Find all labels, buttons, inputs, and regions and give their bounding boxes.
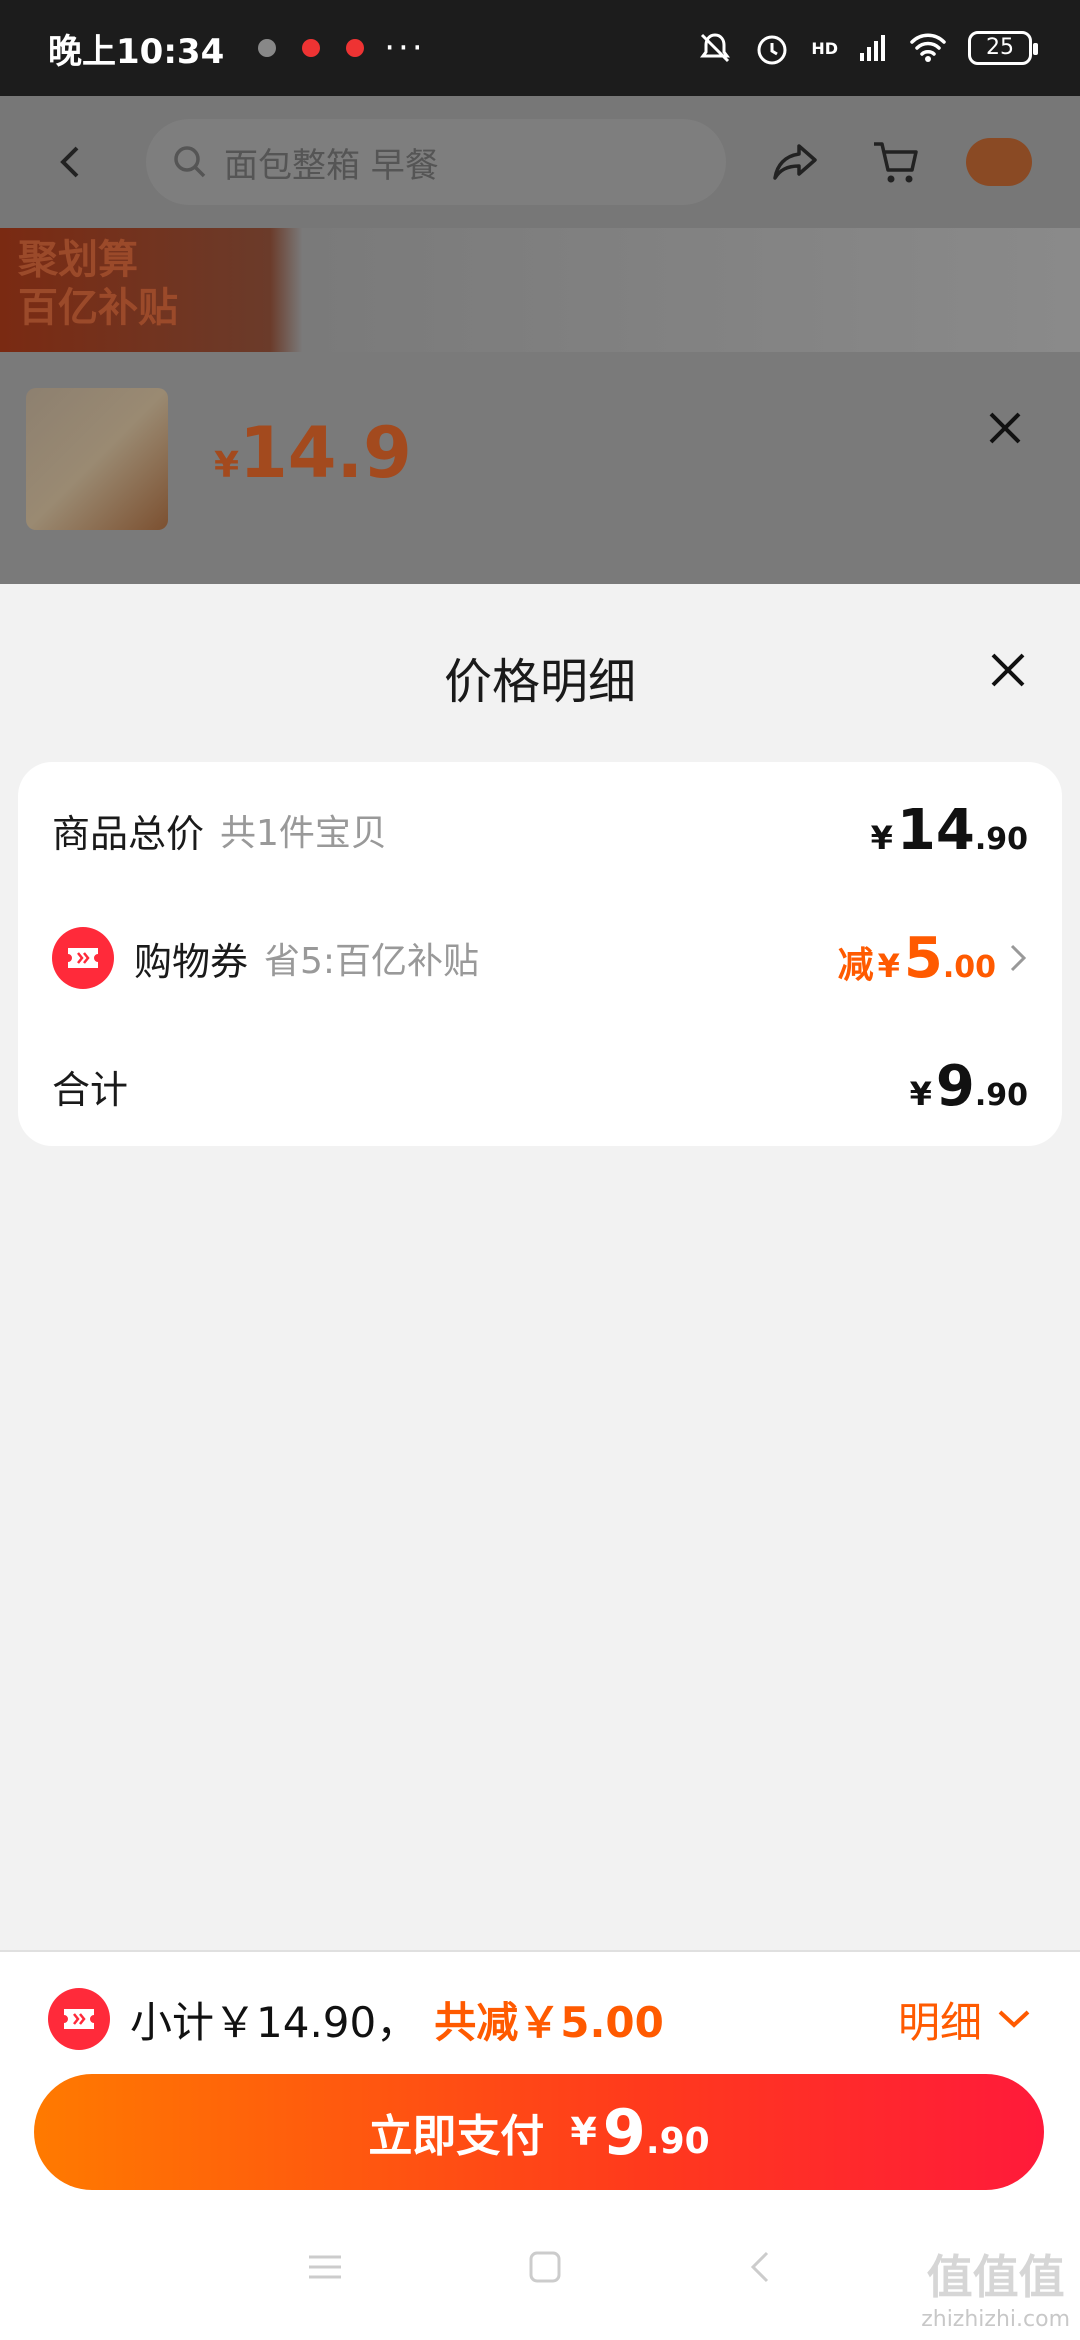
- back-arrow-icon: [60, 146, 79, 178]
- total-price-row: 商品总价 共1件宝贝 ¥ 14 .90: [52, 790, 1028, 870]
- cart-button[interactable]: [866, 132, 926, 192]
- back-nav-icon[interactable]: [745, 2247, 775, 2287]
- pay-currency: ¥: [570, 2110, 597, 2154]
- pay-decimal: .90: [645, 2121, 710, 2162]
- coupon-icon: [52, 927, 114, 989]
- coupon-label: 购物券: [134, 939, 249, 984]
- price-decimal: .90: [974, 1077, 1028, 1113]
- sum-value: ¥ 9 .90: [910, 1054, 1028, 1119]
- checkout-footer: 小计￥14.90， 共减￥5.00 明细 立即支付 ¥ 9 .90 值值值 zh…: [0, 1950, 1080, 2340]
- detail-toggle[interactable]: 明细: [898, 1989, 1032, 2050]
- battery-icon: 25: [968, 31, 1038, 65]
- app-notification-icon: [258, 39, 277, 57]
- item-count: 共1件宝贝: [220, 813, 387, 854]
- more-notifications-icon: ···: [384, 28, 426, 68]
- message-button[interactable]: [966, 138, 1032, 186]
- total-price-label: 商品总价: [52, 811, 205, 856]
- total-price-value: ¥ 14 .90: [871, 798, 1028, 863]
- status-time: 晚上10:34: [48, 31, 225, 72]
- price-decimal: .00: [942, 949, 996, 985]
- banner-title: 聚划算 百亿补贴: [18, 236, 178, 332]
- close-icon: [989, 412, 1021, 444]
- signal-icon: [860, 35, 885, 61]
- coupon-desc: 省5:百亿补贴: [264, 941, 480, 982]
- menu-nav-icon[interactable]: [305, 2252, 345, 2282]
- total-reduce-text: 共减￥5.00: [434, 1997, 664, 2047]
- currency-symbol: ¥: [909, 1074, 932, 1113]
- price-decimal: .90: [974, 821, 1028, 857]
- product-thumbnail: [26, 388, 168, 530]
- watermark-domain: zhizhizhi.com: [921, 2307, 1070, 2332]
- price-integer: 14: [896, 797, 975, 863]
- product-price-value: 14.9: [239, 412, 412, 494]
- banner-line2: 百亿补贴: [18, 285, 178, 331]
- pay-integer: 9: [602, 2095, 646, 2169]
- alarm-icon: [757, 35, 787, 65]
- price-integer: 5: [903, 925, 943, 991]
- price-integer: 9: [935, 1053, 975, 1119]
- back-button[interactable]: [40, 132, 100, 192]
- status-right-icons: HD 25: [697, 29, 1038, 67]
- product-header: 面包整箱 早餐: [0, 96, 1080, 228]
- sheet-close-button[interactable]: [988, 650, 1028, 694]
- product-close-button[interactable]: [985, 408, 1025, 452]
- product-price: ¥14.9: [214, 412, 412, 494]
- chevron-down-icon: [998, 2010, 1030, 2028]
- status-bar: 晚上10:34 ··· HD 25: [0, 0, 1080, 96]
- search-placeholder: 面包整箱 早餐: [224, 145, 439, 186]
- wifi-icon: [910, 33, 946, 62]
- search-icon: [174, 146, 206, 178]
- sum-row: 合计 ¥ 9 .90: [52, 1046, 1028, 1126]
- coupon-icon: [48, 1988, 110, 2050]
- watermark-logo: 值值值: [926, 2250, 1065, 2304]
- product-price-currency: ¥: [214, 445, 240, 486]
- share-icon: [773, 144, 817, 180]
- coupon-discount-value: 减 ¥ 5 .00: [838, 926, 996, 991]
- price-card: 商品总价 共1件宝贝 ¥ 14 .90 购物券 省5:百亿补贴 减 ¥ 5 .0…: [18, 762, 1062, 1146]
- notification-icons: [258, 39, 365, 57]
- subtotal-row: 小计￥14.90， 共减￥5.00 明细: [48, 1984, 1032, 2054]
- sheet-title: 价格明细: [443, 654, 636, 710]
- coupon-row[interactable]: 购物券 省5:百亿补贴 减 ¥ 5 .00: [52, 918, 1028, 998]
- hd-label: HD: [811, 38, 838, 58]
- home-nav-icon[interactable]: [525, 2247, 565, 2287]
- share-button[interactable]: [766, 132, 826, 192]
- mute-icon: [700, 33, 731, 63]
- chevron-right-icon: [1010, 944, 1027, 972]
- currency-symbol: ¥: [877, 946, 900, 985]
- sum-label: 合计: [52, 1067, 129, 1112]
- search-input[interactable]: 面包整箱 早餐: [146, 119, 726, 205]
- ticket-icon: [68, 948, 98, 968]
- banner-line1: 聚划算: [18, 237, 138, 283]
- watermark: 值值值 zhizhizhi.com: [921, 2241, 1070, 2332]
- pay-label: 立即支付: [368, 2111, 545, 2162]
- page: 晚上10:34 ··· HD 25 面包整箱 早餐 聚划算 百亿补贴 ¥14.9…: [0, 0, 1080, 2340]
- close-icon: [991, 653, 1025, 687]
- app-notification-icon: [302, 39, 321, 57]
- detail-label: 明细: [897, 1997, 982, 2047]
- currency-symbol: ¥: [870, 818, 893, 857]
- ticket-icon: [64, 2009, 94, 2029]
- system-nav-bar: [0, 2212, 1080, 2322]
- cart-icon: [874, 142, 918, 183]
- app-notification-icon: [346, 39, 365, 57]
- pay-now-button[interactable]: 立即支付 ¥ 9 .90: [34, 2074, 1044, 2190]
- reduce-prefix: 减: [837, 944, 874, 986]
- subtotal-text: 小计￥14.90，: [130, 1997, 419, 2047]
